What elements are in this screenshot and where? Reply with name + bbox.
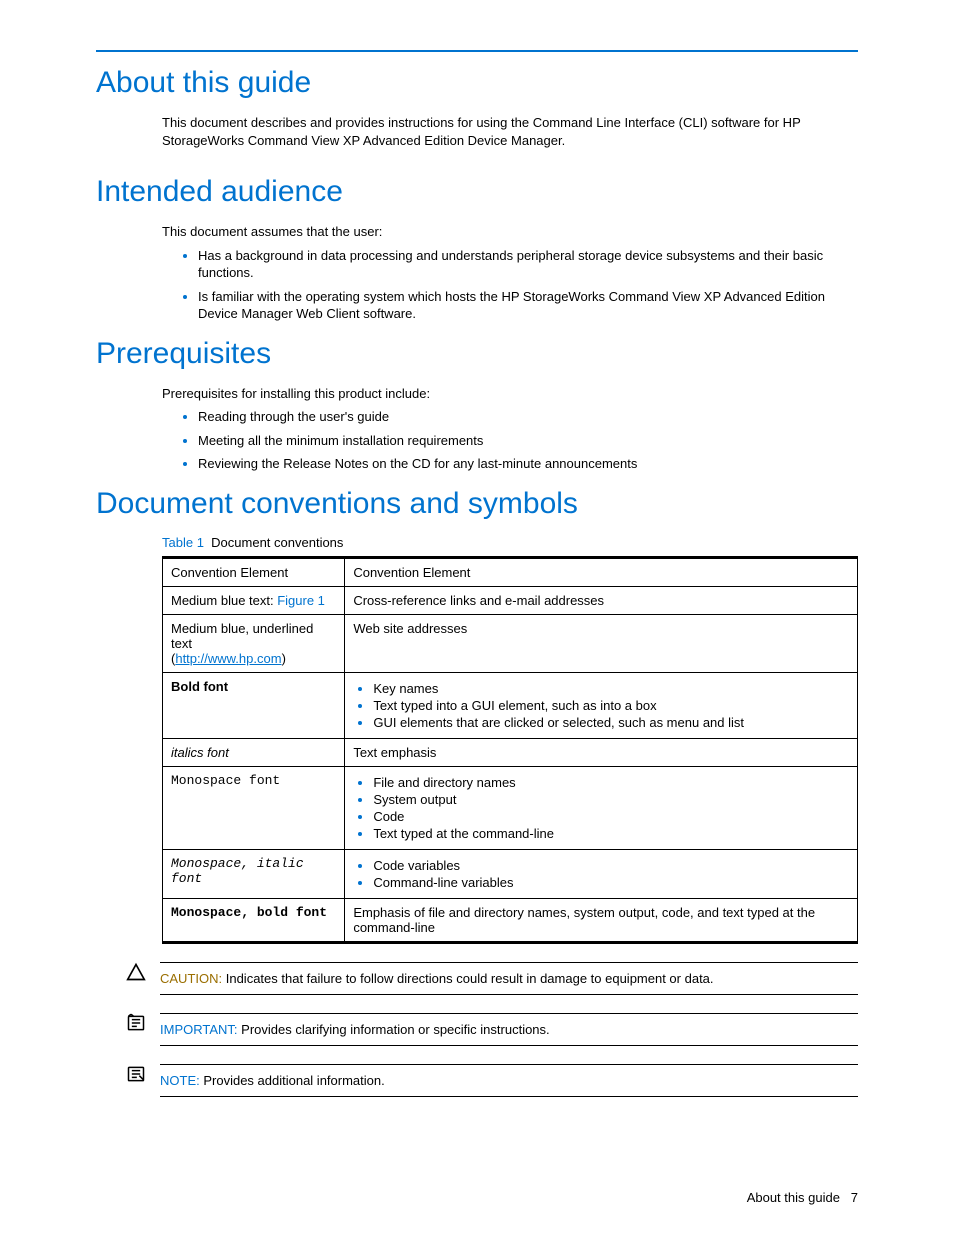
table-row: Monospace, bold font Emphasis of file an… <box>163 899 858 943</box>
url-link[interactable]: http://www.hp.com <box>175 651 281 666</box>
note-text: Provides additional information. <box>200 1073 385 1088</box>
list-item: Code variables <box>373 858 849 873</box>
page: About this guide This document describes… <box>0 0 954 1235</box>
conventions-body: Table 1 Document conventions Convention … <box>162 535 858 944</box>
list-item: Text typed at the command-line <box>373 826 849 841</box>
table-header: Convention Element <box>345 558 858 587</box>
table-row: Monospace, italic font Code variables Co… <box>163 850 858 899</box>
important-label: IMPORTANT: <box>160 1022 238 1037</box>
list-item: Key names <box>373 681 849 696</box>
list-item: Reading through the user's guide <box>198 408 858 426</box>
table-row: Medium blue, underlined text (http://www… <box>163 615 858 673</box>
about-para: This document describes and provides ins… <box>162 114 858 149</box>
table-cell: Code variables Command-line variables <box>345 850 858 899</box>
list-item: Code <box>373 809 849 824</box>
caution-text: Indicates that failure to follow directi… <box>222 971 713 986</box>
heading-prereq: Prerequisites <box>96 337 858 371</box>
table-cell: Emphasis of file and directory names, sy… <box>345 899 858 943</box>
note-body: NOTE: Provides additional information. <box>160 1064 858 1097</box>
table-title: Document conventions <box>211 535 343 550</box>
prereq-list: Reading through the user's guide Meeting… <box>162 408 858 473</box>
list-item: System output <box>373 792 849 807</box>
cell-list: File and directory names System output C… <box>353 775 849 841</box>
heading-conventions: Document conventions and symbols <box>96 487 858 521</box>
table-cell: Monospace, italic font <box>163 850 345 899</box>
list-item: File and directory names <box>373 775 849 790</box>
table-row: italics font Text emphasis <box>163 739 858 767</box>
caution-icon <box>126 962 160 986</box>
italic-text: italics font <box>171 745 229 760</box>
table-header: Convention Element <box>163 558 345 587</box>
list-item: Text typed into a GUI element, such as i… <box>373 698 849 713</box>
footer-text: About this guide <box>747 1190 840 1205</box>
cell-list: Key names Text typed into a GUI element,… <box>353 681 849 730</box>
audience-body: This document assumes that the user: Has… <box>162 223 858 323</box>
prereq-body: Prerequisites for installing this produc… <box>162 385 858 473</box>
cell-text: Medium blue text: <box>171 593 277 608</box>
table-cell: Medium blue, underlined text (http://www… <box>163 615 345 673</box>
table-cell: File and directory names System output C… <box>345 767 858 850</box>
cell-list: Code variables Command-line variables <box>353 858 849 890</box>
table-label: Table 1 <box>162 535 204 550</box>
prereq-intro: Prerequisites for installing this produc… <box>162 385 858 403</box>
table-cell: Web site addresses <box>345 615 858 673</box>
caution-body: CAUTION: Indicates that failure to follo… <box>160 962 858 995</box>
page-footer: About this guide 7 <box>747 1190 858 1205</box>
top-rule <box>96 50 858 52</box>
table-caption: Table 1 Document conventions <box>162 535 858 550</box>
caution-block: CAUTION: Indicates that failure to follo… <box>126 962 858 995</box>
table-cell: Key names Text typed into a GUI element,… <box>345 673 858 739</box>
table-cell: Medium blue text: Figure 1 <box>163 587 345 615</box>
list-item: Command-line variables <box>373 875 849 890</box>
table-cell: italics font <box>163 739 345 767</box>
heading-about: About this guide <box>96 66 858 100</box>
cell-text: Medium blue, underlined text <box>171 621 313 651</box>
list-item: Meeting all the minimum installation req… <box>198 432 858 450</box>
audience-intro: This document assumes that the user: <box>162 223 858 241</box>
note-block: NOTE: Provides additional information. <box>126 1064 858 1097</box>
list-item: Is familiar with the operating system wh… <box>198 288 858 323</box>
table-row: Medium blue text: Figure 1 Cross-referen… <box>163 587 858 615</box>
admonitions: CAUTION: Indicates that failure to follo… <box>126 962 858 1097</box>
list-item: Has a background in data processing and … <box>198 247 858 282</box>
important-icon <box>126 1013 160 1037</box>
bold-text: Bold font <box>171 679 228 694</box>
important-body: IMPORTANT: Provides clarifying informati… <box>160 1013 858 1046</box>
caution-label: CAUTION: <box>160 971 222 986</box>
about-body: This document describes and provides ins… <box>162 114 858 149</box>
list-item: Reviewing the Release Notes on the CD fo… <box>198 455 858 473</box>
table-row: Monospace font File and directory names … <box>163 767 858 850</box>
table-cell: Monospace font <box>163 767 345 850</box>
note-label: NOTE: <box>160 1073 200 1088</box>
table-cell: Cross-reference links and e-mail address… <box>345 587 858 615</box>
list-item: GUI elements that are clicked or selecte… <box>373 715 849 730</box>
conventions-table: Convention Element Convention Element Me… <box>162 556 858 944</box>
table-row: Convention Element Convention Element <box>163 558 858 587</box>
important-block: IMPORTANT: Provides clarifying informati… <box>126 1013 858 1046</box>
figure-link[interactable]: Figure 1 <box>277 593 325 608</box>
table-cell: Bold font <box>163 673 345 739</box>
table-cell: Text emphasis <box>345 739 858 767</box>
table-cell: Monospace, bold font <box>163 899 345 943</box>
paren-close: ) <box>282 651 286 666</box>
heading-audience: Intended audience <box>96 175 858 209</box>
audience-list: Has a background in data processing and … <box>162 247 858 323</box>
note-icon <box>126 1064 160 1088</box>
table-row: Bold font Key names Text typed into a GU… <box>163 673 858 739</box>
important-text: Provides clarifying information or speci… <box>238 1022 550 1037</box>
footer-page: 7 <box>851 1190 858 1205</box>
